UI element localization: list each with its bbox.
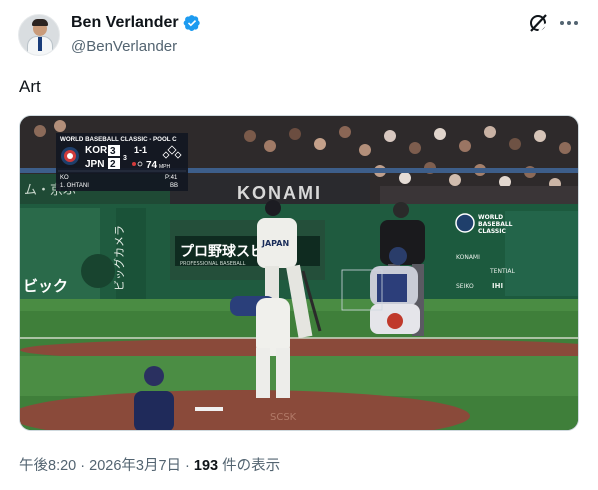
tweet-media[interactable]: ム・京ぶ KONAMI ビック ビッグカメラ プロ野球スピ PROFESSION…	[19, 115, 579, 431]
pitcher-name: KO	[60, 175, 69, 181]
pitch-speed: 74	[146, 160, 158, 171]
team-top: KOR	[85, 145, 108, 156]
inning: 3	[123, 155, 127, 162]
sponsor-1: KONAMI	[456, 254, 480, 261]
sponsor-3: SEIKO	[456, 283, 474, 290]
display-name[interactable]: Ben Verlander	[71, 14, 179, 32]
team-top-score: 3	[110, 146, 116, 157]
left-sign: ビック	[23, 277, 68, 295]
svg-text:BASEBALL: BASEBALL	[478, 221, 513, 228]
left-board-sub: PROFESSIONAL BASEBALL	[180, 261, 246, 267]
scorebug: WORLD BASEBALL CLASSIC - POOL C KOR 3 JP…	[56, 133, 188, 191]
pitch-count: P:41	[165, 175, 178, 181]
tweet-date[interactable]: 2026年3月7日	[89, 458, 181, 474]
tweet-time[interactable]: 午後8:20	[19, 458, 76, 474]
baseball-photo: ム・京ぶ KONAMI ビック ビッグカメラ プロ野球スピ PROFESSION…	[20, 116, 578, 430]
tweet: Ben Verlander @BenVerlander Art ム・京ぶ KON…	[0, 0, 598, 490]
avatar[interactable]	[18, 14, 60, 56]
more-options-icon[interactable]	[557, 13, 581, 33]
konami-banner: KONAMI	[237, 183, 322, 203]
team-bottom: JPN	[85, 159, 104, 170]
svg-text:WORLD: WORLD	[478, 214, 503, 221]
mound-text: SCSK	[270, 412, 297, 423]
meta-separator: ·	[181, 458, 194, 474]
verified-badge-icon	[183, 15, 200, 32]
speed-unit: MPH	[159, 164, 171, 170]
sponsor-4: IHI	[492, 282, 503, 290]
tweet-text: Art	[19, 77, 41, 96]
grok-icon[interactable]	[528, 13, 548, 33]
batter-name: 1. OHTANI	[60, 183, 89, 189]
batter-jersey-text: JAPAN	[261, 239, 289, 248]
handle[interactable]: @BenVerlander	[71, 38, 177, 55]
view-count: 193	[193, 458, 219, 474]
svg-text:CLASSIC: CLASSIC	[478, 228, 506, 235]
count: 1-1	[134, 145, 147, 155]
team-bottom-score: 2	[110, 159, 116, 170]
batter-stat: BB	[170, 183, 178, 189]
meta-separator: ·	[76, 458, 90, 474]
sponsor-2: TENTIAL	[489, 268, 515, 275]
view-label: 件の表示	[218, 458, 281, 474]
tweet-meta: 午後8:20 · 2026年3月7日 · 193 件の表示	[19, 454, 280, 475]
left-board-main: プロ野球スピ	[180, 243, 264, 260]
scorebug-title: WORLD BASEBALL CLASSIC - POOL C	[60, 136, 177, 143]
author-name-row[interactable]: Ben Verlander	[71, 14, 201, 32]
svg-text:ビッグカメラ: ビッグカメラ	[112, 225, 126, 291]
